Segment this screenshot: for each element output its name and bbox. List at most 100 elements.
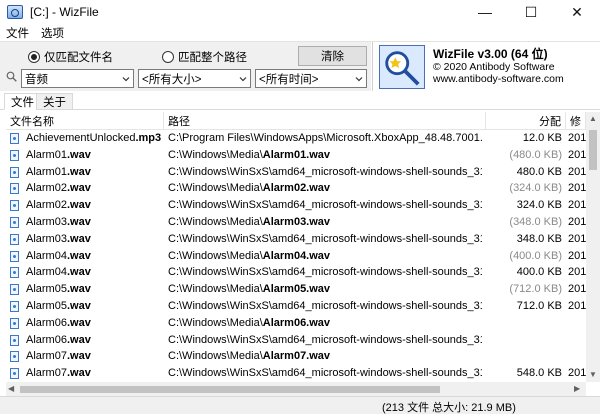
chevron-down-icon	[122, 77, 130, 82]
column-header-path[interactable]: 路径	[164, 112, 486, 130]
cell-path: C:\Program Files\WindowsApps\Microsoft.X…	[168, 130, 482, 147]
close-button[interactable]: ✕	[554, 0, 600, 24]
table-row[interactable]: Alarm04.wav C:\Windows\WinSxS\amd64_micro…	[6, 264, 586, 281]
file-name-base: Alarm03	[26, 232, 67, 245]
cell-modified: 201	[568, 199, 586, 212]
cell-modified: 201	[568, 165, 586, 178]
minimize-button[interactable]: —	[462, 0, 508, 24]
path-prefix: C:\Windows\WinSxS\amd64_microsoft-window…	[168, 300, 482, 312]
table-row[interactable]: AchievementUnlocked.mp3 C:\Program Files\…	[6, 130, 586, 147]
path-file-bold: Alarm01.wav	[262, 148, 331, 161]
audio-file-icon	[10, 250, 19, 262]
status-text: (213 文件 总大小: 21.9 MB)	[382, 402, 516, 414]
tab-about[interactable]: 关于	[36, 93, 73, 110]
cell-path: C:\Windows\Media\Alarm02.wav	[168, 180, 482, 197]
cell-modified: 201	[568, 266, 586, 279]
radio-checked-icon	[28, 51, 40, 63]
path-prefix: C:\Windows\Media\	[168, 350, 263, 363]
table-row[interactable]: Alarm06.wav C:\Windows\WinSxS\amd64_micro…	[6, 332, 586, 349]
radio-match-fullpath[interactable]: 匹配整个路径	[162, 49, 247, 65]
cell-path: C:\Windows\WinSxS\amd64_microsoft-window…	[168, 365, 482, 382]
table-row[interactable]: Alarm01.wav C:\Windows\WinSxS\amd64_micro…	[6, 164, 586, 181]
audio-file-icon	[10, 267, 19, 279]
time-filter-combo[interactable]: <所有时间>	[255, 69, 367, 88]
table-row[interactable]: Alarm01.wav C:\Windows\Media\Alarm01.wav(…	[6, 147, 586, 164]
cell-modified	[568, 348, 586, 365]
file-name-ext: .wav	[66, 350, 91, 363]
cell-file-name: Alarm02.wav	[26, 180, 164, 197]
file-name-ext: .wav	[66, 300, 91, 312]
cell-file-name: AchievementUnlocked.mp3	[26, 130, 164, 147]
vertical-scrollbar[interactable]: ▲ ▼	[586, 112, 600, 382]
scroll-right-arrow-icon[interactable]: ▶	[574, 384, 580, 393]
file-name-ext: .wav	[66, 199, 91, 212]
cell-path: C:\Windows\WinSxS\amd64_microsoft-window…	[168, 264, 482, 281]
cell-file-name: Alarm07.wav	[26, 348, 164, 365]
cell-path: C:\Windows\WinSxS\amd64_microsoft-window…	[168, 332, 482, 349]
cell-modified: 201	[568, 249, 586, 262]
path-file-bold: Alarm03.wav	[262, 216, 331, 228]
audio-file-icon	[10, 133, 19, 144]
menu-file[interactable]: 文件	[0, 25, 35, 41]
table-row[interactable]: Alarm05.wav C:\Windows\Media\Alarm05.wav(…	[6, 281, 586, 298]
maximize-button[interactable]: ☐	[508, 0, 554, 24]
cell-size: 12.0 KB	[522, 132, 562, 144]
search-query-value: 音频	[25, 73, 48, 86]
table-row[interactable]: Alarm07.wav C:\Windows\Media\Alarm07.wav	[6, 348, 586, 365]
size-filter-combo[interactable]: <所有大小>	[138, 69, 251, 88]
file-name-ext: .wav	[66, 367, 91, 380]
table-row[interactable]: Alarm05.wav C:\Windows\WinSxS\amd64_micro…	[6, 298, 586, 315]
cell-modified: 201	[568, 182, 586, 195]
cell-modified: 201	[568, 216, 586, 228]
cell-path: C:\Windows\Media\Alarm07.wav	[168, 348, 482, 365]
column-header-name[interactable]: 文件名称	[6, 112, 164, 130]
vertical-scroll-thumb[interactable]	[589, 130, 597, 170]
horizontal-scrollbar[interactable]: ◀ ▶	[6, 382, 586, 396]
path-prefix: C:\Windows\Media\	[168, 249, 263, 262]
radio-match-filename[interactable]: 仅匹配文件名	[28, 49, 113, 65]
path-prefix: C:\Program Files\WindowsApps\Microsoft.X…	[168, 132, 482, 144]
audio-file-icon	[10, 334, 19, 346]
file-list: AchievementUnlocked.mp3 C:\Program Files\…	[6, 130, 586, 382]
path-prefix: C:\Windows\WinSxS\amd64_microsoft-window…	[168, 266, 482, 279]
horizontal-scroll-thumb[interactable]	[20, 386, 440, 393]
cell-file-name: Alarm02.wav	[26, 197, 164, 214]
table-row[interactable]: Alarm02.wav C:\Windows\Media\Alarm02.wav(…	[6, 180, 586, 197]
scroll-up-arrow-icon[interactable]: ▲	[589, 114, 597, 123]
table-row[interactable]: Alarm04.wav C:\Windows\Media\Alarm04.wav(…	[6, 248, 586, 265]
audio-file-icon	[10, 317, 19, 329]
radio-unchecked-icon	[162, 51, 174, 63]
table-row[interactable]: Alarm03.wav C:\Windows\Media\Alarm03.wav(…	[6, 214, 586, 231]
cell-path: C:\Windows\WinSxS\amd64_microsoft-window…	[168, 164, 482, 181]
menu-options[interactable]: 选项	[35, 25, 70, 41]
cell-modified: 201	[568, 232, 586, 245]
cell-size: 548.0 KB	[516, 367, 562, 380]
cell-size: (400.0 KB)	[509, 249, 562, 262]
file-name-base: Alarm02	[26, 199, 67, 212]
file-name-base: Alarm06	[26, 333, 67, 346]
table-row[interactable]: Alarm02.wav C:\Windows\WinSxS\amd64_micro…	[6, 197, 586, 214]
column-header-modified[interactable]: 修	[566, 112, 586, 130]
search-query-combo[interactable]: 音频	[21, 69, 134, 88]
path-prefix: C:\Windows\WinSxS\amd64_microsoft-window…	[168, 199, 482, 212]
path-prefix: C:\Windows\Media\	[168, 283, 263, 296]
table-row[interactable]: Alarm03.wav C:\Windows\WinSxS\amd64_micro…	[6, 231, 586, 248]
table-row[interactable]: Alarm06.wav C:\Windows\Media\Alarm06.wav	[6, 315, 586, 332]
clear-button[interactable]: 清除	[298, 46, 367, 66]
cell-path: C:\Windows\Media\Alarm05.wav	[168, 281, 482, 298]
path-prefix: C:\Windows\Media\	[168, 216, 263, 228]
scroll-left-arrow-icon[interactable]: ◀	[8, 384, 14, 393]
scroll-down-arrow-icon[interactable]: ▼	[589, 370, 597, 379]
file-name-base: Alarm04	[26, 249, 67, 262]
file-name-ext: .wav	[66, 216, 91, 228]
file-name-base: Alarm04	[26, 266, 67, 279]
path-file-bold: Alarm05.wav	[262, 283, 331, 296]
cell-size: (480.0 KB)	[509, 148, 562, 161]
table-row[interactable]: Alarm07.wav C:\Windows\WinSxS\amd64_micro…	[6, 365, 586, 382]
brand-url[interactable]: www.antibody-software.com	[433, 73, 564, 85]
cell-file-name: Alarm06.wav	[26, 332, 164, 349]
cell-file-name: Alarm01.wav	[26, 164, 164, 181]
column-header-size[interactable]: 分配	[486, 112, 566, 130]
file-name-ext: .wav	[66, 165, 91, 178]
file-name-ext: .wav	[66, 232, 91, 245]
